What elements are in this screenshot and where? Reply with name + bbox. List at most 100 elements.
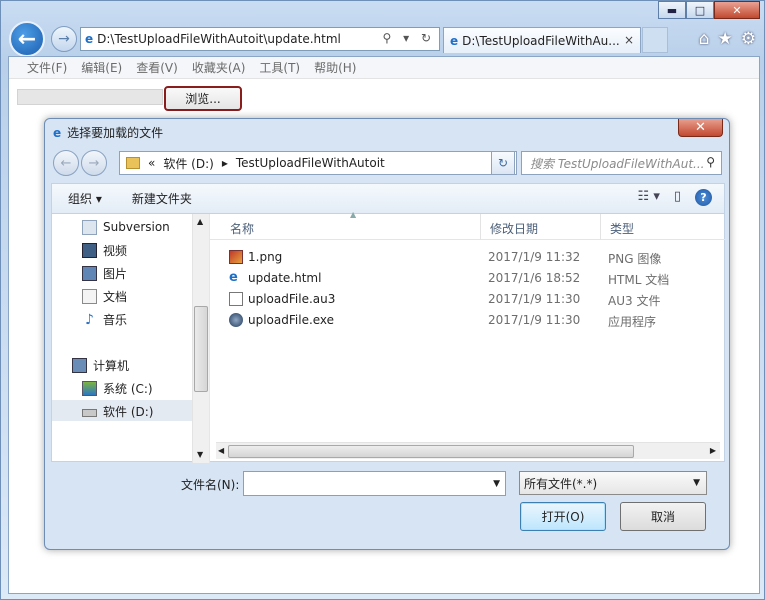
chevron-down-icon[interactable]: ▼ [493, 479, 500, 489]
breadcrumb-drive[interactable]: 软件 (D:) [163, 155, 213, 172]
nav-item-subversion[interactable]: Subversion [82, 217, 170, 237]
hscroll-thumb[interactable] [228, 445, 634, 458]
menu-favorites[interactable]: 收藏夹(A) [192, 59, 246, 76]
menu-help[interactable]: 帮助(H) [314, 59, 356, 76]
menu-bar: 文件(F) 编辑(E) 查看(V) 收藏夹(A) 工具(T) 帮助(H) [9, 57, 759, 79]
filename-label: 文件名(N): [181, 478, 240, 492]
scroll-right-icon[interactable]: ▶ [710, 446, 716, 455]
nav-scroll-thumb[interactable] [194, 306, 208, 392]
nav-item-label: 图片 [103, 266, 128, 281]
address-bar[interactable]: e D:\TestUploadFileWithAutoit\update.htm… [80, 27, 440, 51]
scroll-left-icon[interactable]: ◀ [218, 446, 224, 455]
column-separator[interactable] [480, 214, 481, 240]
nav-scrollbar[interactable]: ▲ ▼ [192, 214, 209, 463]
nav-item-music[interactable]: ♪ 音乐 [82, 309, 127, 329]
breadcrumb[interactable]: « 软件 (D:) ▸ TestUploadFileWithAutoit ▼ [119, 151, 517, 175]
ie-dialog-icon: e [53, 125, 62, 140]
file-name: uploadFile.au3 [248, 292, 336, 306]
minimize-button[interactable]: ▬ [658, 1, 686, 19]
html-file-icon: e [229, 270, 238, 285]
executable-file-icon [229, 313, 243, 327]
breadcrumb-separator[interactable]: ▸ [222, 156, 228, 170]
ie-tab-icon: e [450, 33, 459, 48]
settings-icon[interactable]: ⚙ [741, 29, 756, 49]
menu-edit[interactable]: 编辑(E) [81, 59, 122, 76]
tab-close-icon[interactable]: × [624, 33, 634, 47]
search-input[interactable]: 搜索 TestUploadFileWithAut... ⚲ [521, 151, 722, 175]
file-type-select[interactable]: 所有文件(*.*) ▼ [519, 471, 707, 495]
nav-item-label: 软件 (D:) [103, 404, 154, 419]
tab-active[interactable]: e D:\TestUploadFileWithAu... × [443, 27, 641, 53]
file-row[interactable]: e update.html 2017/1/6 18:52 HTML 文档 [210, 268, 726, 289]
library-icon [82, 219, 97, 235]
nav-item-label: 计算机 [93, 358, 130, 373]
home-icon[interactable]: ⌂ [699, 29, 710, 49]
arrow-right-icon: → [88, 155, 100, 171]
forward-button[interactable]: → [51, 26, 77, 52]
file-type: HTML 文档 [608, 273, 670, 287]
nav-item-documents[interactable]: 文档 [82, 286, 127, 306]
picture-icon [82, 265, 97, 281]
column-type[interactable]: 类型 [610, 220, 634, 237]
new-tab-button[interactable] [642, 27, 668, 53]
file-list-hscrollbar[interactable]: ◀ ▶ [216, 442, 720, 459]
dialog-body: Subversion 视频 图片 文档 ♪ 音乐 计算机 系统 (C:) 软件 … [51, 210, 726, 463]
file-type: AU3 文件 [608, 294, 661, 308]
address-text: D:\TestUploadFileWithAutoit\update.html [97, 32, 341, 46]
refresh-icon: ↻ [497, 156, 509, 170]
nav-item-drive-c[interactable]: 系统 (C:) [82, 378, 153, 398]
address-tools[interactable]: ⚲ ▾ ↻ [383, 31, 436, 45]
nav-item-videos[interactable]: 视频 [82, 240, 127, 260]
refresh-button[interactable]: ↻ [491, 151, 515, 175]
open-button[interactable]: 打开(O) [520, 502, 606, 531]
file-input-field[interactable] [17, 89, 163, 105]
dialog-toolbar: 组织 ▾ 新建文件夹 ☷ ▾ ▯ ? [51, 183, 725, 213]
new-folder-button[interactable]: 新建文件夹 [132, 190, 192, 207]
browse-button[interactable]: 浏览... [164, 86, 242, 111]
folder-icon [126, 157, 140, 169]
nav-item-drive-d[interactable]: 软件 (D:) [82, 401, 153, 421]
breadcrumb-folder[interactable]: TestUploadFileWithAutoit [236, 156, 385, 170]
filename-input[interactable]: ▼ [243, 471, 506, 496]
file-row[interactable]: 1.png 2017/1/9 11:32 PNG 图像 [210, 247, 726, 268]
menu-tools[interactable]: 工具(T) [259, 59, 300, 76]
organize-button[interactable]: 组织 ▾ [68, 190, 102, 207]
dialog-close-button[interactable]: ✕ [678, 119, 723, 137]
nav-item-label: 文档 [103, 289, 128, 304]
favorites-icon[interactable]: ★ [718, 29, 733, 49]
dialog-titlebar: e 选择要加载的文件 [53, 124, 163, 141]
search-icon[interactable]: ⚲ [706, 155, 715, 169]
menu-file[interactable]: 文件(F) [27, 59, 67, 76]
maximize-button[interactable]: □ [686, 1, 714, 19]
close-window-button[interactable]: ✕ [714, 1, 760, 19]
file-row[interactable]: uploadFile.exe 2017/1/9 11:30 应用程序 [210, 310, 726, 331]
scroll-up-icon[interactable]: ▲ [197, 217, 203, 226]
dialog-forward-button[interactable]: → [81, 150, 107, 176]
chevron-down-icon[interactable]: ▼ [693, 478, 700, 488]
menu-view[interactable]: 查看(V) [136, 59, 178, 76]
nav-item-computer[interactable]: 计算机 [72, 355, 129, 375]
nav-item-label: Subversion [103, 220, 170, 234]
arrow-left-icon: ← [60, 155, 72, 171]
ie-page-icon: e [85, 32, 94, 46]
navigation-pane: Subversion 视频 图片 文档 ♪ 音乐 计算机 系统 (C:) 软件 … [52, 214, 210, 463]
scroll-down-icon[interactable]: ▼ [197, 450, 203, 459]
dialog-back-button[interactable]: ← [53, 150, 79, 176]
column-name[interactable]: 名称 [230, 220, 254, 237]
nav-item-pictures[interactable]: 图片 [82, 263, 127, 283]
cancel-button[interactable]: 取消 [620, 502, 706, 531]
drive-icon [82, 409, 97, 417]
script-file-icon [229, 292, 243, 306]
back-button[interactable]: ← [9, 21, 45, 57]
column-separator[interactable] [600, 214, 601, 240]
nav-item-label: 音乐 [103, 312, 128, 327]
breadcrumb-back[interactable]: « [148, 156, 155, 170]
sort-arrow-icon: ▲ [350, 210, 357, 219]
column-date[interactable]: 修改日期 [490, 220, 538, 237]
image-file-icon [229, 250, 243, 264]
file-row[interactable]: uploadFile.au3 2017/1/9 11:30 AU3 文件 [210, 289, 726, 310]
view-options-icon[interactable]: ☷ ▾ [638, 189, 660, 206]
help-icon[interactable]: ? [695, 189, 712, 206]
preview-pane-icon[interactable]: ▯ [674, 189, 681, 206]
file-name: update.html [248, 271, 322, 285]
